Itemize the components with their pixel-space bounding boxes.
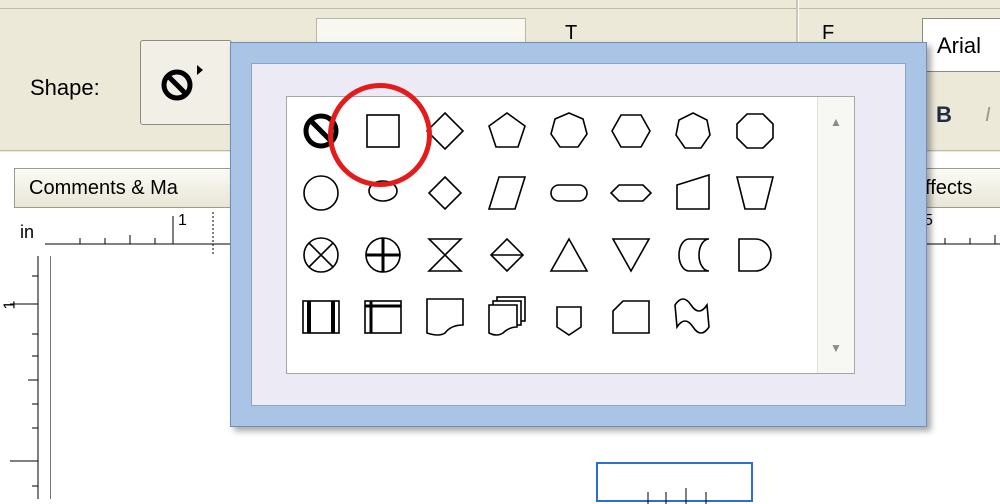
collate-icon bbox=[427, 238, 463, 272]
vertical-ruler-mark-1: 1 bbox=[1, 300, 19, 310]
octagon-icon bbox=[736, 113, 774, 149]
shape-option-heptagon-2[interactable] bbox=[669, 107, 717, 155]
bold-button[interactable]: B bbox=[936, 102, 952, 128]
shape-grid-scrollbar[interactable]: ▲ ▼ bbox=[817, 97, 854, 373]
tab-comments-markup[interactable]: Comments & Ma bbox=[14, 168, 244, 208]
hexagon-icon bbox=[611, 114, 651, 148]
shape-option-terminator[interactable] bbox=[545, 169, 593, 217]
summing-junction-icon bbox=[365, 237, 401, 273]
no-shape-icon bbox=[161, 65, 203, 101]
internal-storage-icon bbox=[364, 300, 402, 334]
ruler-mark-1: 1 bbox=[178, 212, 187, 229]
shape-option-pentagon[interactable] bbox=[483, 107, 531, 155]
tab-effects[interactable]: ffects bbox=[918, 168, 1000, 208]
shape-option-sort[interactable] bbox=[483, 231, 531, 279]
delay-icon bbox=[738, 238, 772, 272]
vertical-ruler-ticks bbox=[10, 256, 39, 499]
sort-icon bbox=[489, 237, 525, 273]
shape-option-manual-input[interactable] bbox=[669, 169, 717, 217]
scroll-up-arrow-icon[interactable]: ▲ bbox=[830, 115, 842, 129]
shape-option-circle[interactable] bbox=[297, 169, 345, 217]
merge-icon bbox=[611, 238, 651, 273]
pentagon-icon bbox=[488, 112, 526, 148]
parallelogram-icon bbox=[487, 176, 527, 210]
selected-shape-frame[interactable] bbox=[596, 462, 753, 504]
extract-icon bbox=[549, 237, 589, 272]
shape-option-internal-storage[interactable] bbox=[359, 293, 407, 341]
italic-button[interactable]: I bbox=[985, 104, 991, 127]
shape-option-delay[interactable] bbox=[731, 231, 779, 279]
shape-dropdown-button[interactable] bbox=[140, 40, 232, 125]
shape-option-merge[interactable] bbox=[607, 231, 655, 279]
stored-data-icon bbox=[678, 238, 710, 272]
font-name-field[interactable]: Arial bbox=[922, 18, 1000, 72]
scroll-down-arrow-icon[interactable]: ▼ bbox=[830, 341, 842, 355]
toolbar-top-divider bbox=[0, 8, 1000, 9]
shape-option-hexagon[interactable] bbox=[607, 107, 655, 155]
shape-option-octagon[interactable] bbox=[731, 107, 779, 155]
shape-label: Shape: bbox=[30, 75, 100, 100]
manual-operation-icon bbox=[735, 176, 775, 210]
shape-option-or[interactable] bbox=[297, 231, 345, 279]
document-icon bbox=[426, 298, 464, 336]
shape-option-document[interactable] bbox=[421, 293, 469, 341]
selection-highlight-circle bbox=[328, 83, 432, 187]
shape-option-manual-operation[interactable] bbox=[731, 169, 779, 217]
predefined-process-icon bbox=[302, 300, 340, 334]
punched-tape-icon bbox=[674, 298, 710, 334]
shape-option-multidocument[interactable] bbox=[483, 293, 531, 341]
shape-option-stored-data[interactable] bbox=[669, 231, 717, 279]
heptagon-2-icon bbox=[675, 112, 711, 149]
ruler-unit: in bbox=[20, 222, 35, 242]
multidocument-icon bbox=[488, 296, 526, 336]
shape-picker-popup: ▲ ▼ bbox=[230, 42, 927, 427]
shape-option-preparation[interactable] bbox=[607, 169, 655, 217]
vertical-ruler: 1 bbox=[0, 256, 51, 499]
manual-input-icon bbox=[676, 173, 710, 210]
shape-option-extract[interactable] bbox=[545, 231, 593, 279]
off-page-connector-icon bbox=[556, 306, 582, 336]
or-icon bbox=[303, 237, 339, 273]
terminator-icon bbox=[550, 184, 588, 202]
shape-option-collate[interactable] bbox=[421, 231, 469, 279]
card-icon bbox=[612, 300, 650, 334]
shape-option-off-page-connector[interactable] bbox=[545, 293, 593, 341]
shape-option-punched-tape[interactable] bbox=[669, 293, 717, 341]
shape-option-parallelogram[interactable] bbox=[483, 169, 531, 217]
heptagon-icon bbox=[550, 112, 588, 148]
preparation-icon bbox=[609, 184, 653, 202]
circle-icon bbox=[303, 175, 339, 211]
shape-option-heptagon[interactable] bbox=[545, 107, 593, 155]
shape-option-summing-junction[interactable] bbox=[359, 231, 407, 279]
frame-ruler-ticks bbox=[647, 488, 707, 504]
decision-icon bbox=[427, 175, 463, 211]
shape-option-decision[interactable] bbox=[421, 169, 469, 217]
shape-option-card[interactable] bbox=[607, 293, 655, 341]
shape-option-predefined-process[interactable] bbox=[297, 293, 345, 341]
